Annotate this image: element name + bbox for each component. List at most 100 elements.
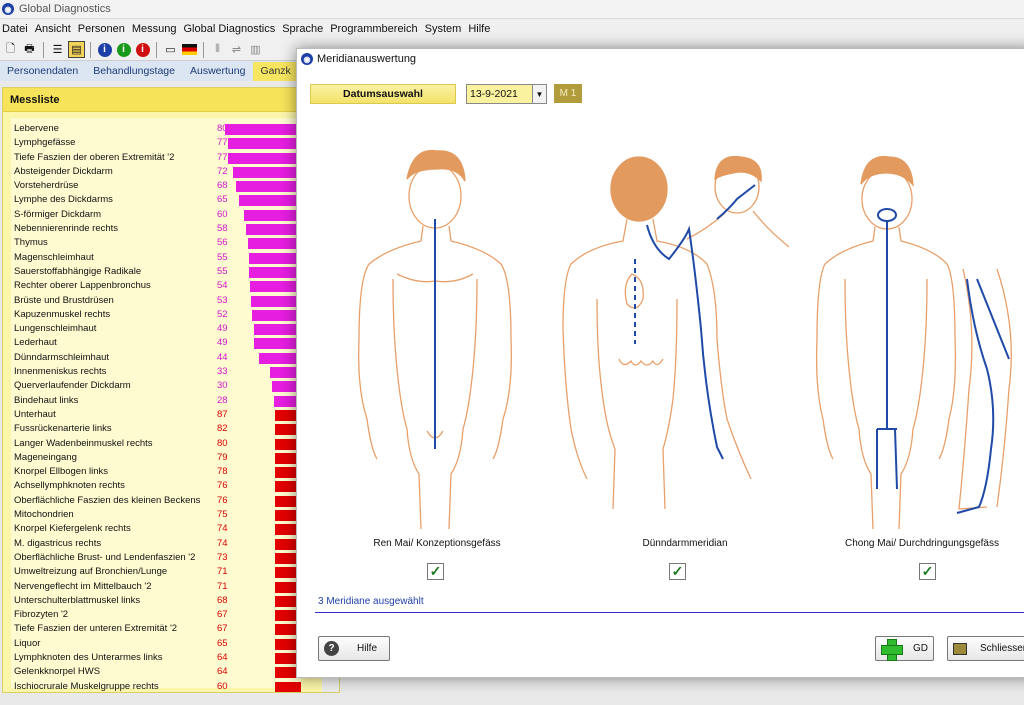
list-item[interactable]: Lebervene 80 [11, 122, 339, 136]
tab-ganzkoerper[interactable]: Ganzk [253, 62, 299, 81]
new-document-icon[interactable]: 🗋 [2, 41, 19, 58]
list-item[interactable]: Tiefe Faszien der unteren Extremität '2 6… [11, 622, 311, 636]
meridian-dialog: ◉ Meridianauswertung Datumsauswahl 13-9-… [296, 48, 1024, 678]
list-item[interactable]: Tiefe Faszien der oberen Extremität '2 77 [11, 151, 339, 165]
list-item[interactable]: Umweltreizung auf Bronchien/Lunge 71 [11, 565, 311, 579]
list-item[interactable]: M. digastricus rechts 74 [11, 537, 311, 551]
list-item[interactable]: Mitochondrien 75 [11, 508, 311, 522]
list-item[interactable]: Absteigender Dickdarm 72 [11, 165, 339, 179]
card-icon[interactable]: ▭ [162, 41, 179, 58]
measurement-value: 60 [217, 208, 228, 220]
menu-datei[interactable]: Datei [2, 23, 33, 35]
list-item[interactable]: Bindehaut links 28 [11, 394, 339, 408]
measurement-value: 53 [217, 294, 228, 306]
help-button[interactable]: ? Hilfe [318, 636, 390, 661]
list-item[interactable]: Lederhaut 49 [11, 336, 339, 350]
list-item[interactable]: Rechter oberer Lappenbronchus 54 [11, 279, 339, 293]
list-item[interactable]: Unterschulterblattmuskel links 68 [11, 594, 311, 608]
info-green-icon[interactable]: i [115, 41, 132, 58]
close-button[interactable]: Schliessen [947, 636, 1024, 661]
measurement-value: 68 [217, 180, 228, 192]
list-item[interactable]: Lymphknoten des Unterarmes links 64 [11, 651, 311, 665]
list-item[interactable]: Magenschleimhaut 55 [11, 251, 339, 265]
measurement-name: Nervengeflecht im Mittelbauch '2 [14, 580, 152, 592]
list-item[interactable]: Fibrozyten '2 67 [11, 608, 311, 622]
measurement-name: Achsellymphknoten rechts [14, 480, 125, 492]
measurement-value: 58 [217, 223, 228, 235]
meridian-checkbox-ren-mai[interactable]: ✓ [427, 563, 444, 580]
measurement-value: 55 [217, 251, 228, 263]
list-item[interactable]: Nebennierenrinde rechts 58 [11, 222, 339, 236]
info-blue-icon[interactable]: i [96, 41, 113, 58]
date-select[interactable]: 13-9-2021 ▼ [466, 84, 547, 104]
menu-hilfe[interactable]: Hilfe [466, 23, 495, 35]
menu-messung[interactable]: Messung [130, 23, 182, 35]
tab-personendaten[interactable]: Personendaten [0, 62, 86, 81]
measurement-value: 44 [217, 351, 228, 363]
bars-icon[interactable]: ⦀ [209, 41, 226, 58]
meridian-line-chong-front [876, 221, 898, 490]
toolbar-separator [43, 41, 44, 58]
menu-sprache[interactable]: Sprache [280, 23, 328, 35]
measurement-value: 68 [217, 594, 228, 606]
list-item[interactable]: Mageneingang 79 [11, 451, 311, 465]
list-item[interactable]: Innenmeniskus rechts 33 [11, 365, 339, 379]
toolbar-separator [90, 41, 91, 58]
menu-programmbereich[interactable]: Programmbereich [328, 23, 422, 35]
print-icon[interactable]: 🖶 [21, 41, 38, 58]
list-item[interactable]: Lymphe des Dickdarms 65 [11, 193, 339, 207]
gd-button[interactable]: GD [875, 636, 934, 661]
menu-system[interactable]: System [423, 23, 467, 35]
list-item[interactable]: Thymus 56 [11, 236, 339, 250]
list-item[interactable]: Querverlaufender Dickdarm 30 [11, 379, 339, 393]
measurement-name: Ischiocrurale Muskelgruppe rechts [14, 680, 159, 692]
app-icon: ◉ [301, 53, 313, 65]
list-item[interactable]: Knorpel Kiefergelenk rechts 74 [11, 522, 311, 536]
menu-ansicht[interactable]: Ansicht [33, 23, 76, 35]
list-item[interactable]: Fussrückenarterie links 82 [11, 422, 313, 436]
measurement-name: Umweltreizung auf Bronchien/Lunge [14, 566, 168, 578]
measurement-name: Lebervene [14, 123, 59, 134]
list-item[interactable]: Langer Wadenbeinmuskel rechts 80 [11, 437, 311, 451]
menu-personen[interactable]: Personen [76, 23, 130, 35]
dialog-title: Meridianauswertung [317, 53, 417, 65]
meridian-checkbox-duenndarm[interactable]: ✓ [669, 563, 686, 580]
chevron-down-icon[interactable]: ▼ [532, 85, 546, 103]
tab-behandlungstage[interactable]: Behandlungstage [86, 62, 183, 81]
list-item[interactable]: Ischiocrurale Muskelgruppe rechts 60 [11, 680, 311, 692]
list-item[interactable]: Kapuzenmuskel rechts 52 [11, 308, 339, 322]
list-item[interactable]: Sauerstoffabhängige Radikale 55 [11, 265, 339, 279]
list-item[interactable]: Oberflächliche Faszien des kleinen Becke… [11, 494, 311, 508]
list-item[interactable]: Liquor 65 [11, 637, 311, 651]
menu-global-diagnostics[interactable]: Global Diagnostics [182, 23, 281, 35]
tab-auswertung[interactable]: Auswertung [183, 62, 253, 81]
list-item[interactable]: Vorsteherdrüse 68 [11, 179, 339, 193]
columns-icon[interactable]: ▥ [247, 41, 264, 58]
list-item[interactable]: Brüste und Brustdrüsen 53 [11, 294, 339, 308]
list-item[interactable]: Oberflächliche Brust- und Lendenfaszien … [11, 551, 311, 565]
list-item[interactable]: Knorpel Ellbogen links 78 [11, 465, 311, 479]
list-item[interactable]: Dünndarmschleimhaut 44 [11, 351, 339, 365]
measurement-name: Unterhaut [14, 408, 56, 420]
measurement-bar [275, 681, 301, 692]
list-item[interactable]: S-förmiger Dickdarm 60 [11, 208, 339, 222]
list-item[interactable]: Lymphgefässe 77 [11, 136, 339, 150]
sort-icon[interactable]: ⇌ [228, 41, 245, 58]
measurement-name: Bindehaut links [14, 394, 79, 406]
flag-icon[interactable] [181, 41, 198, 58]
list-icon[interactable]: ☰ [49, 41, 66, 58]
measurement-value: 79 [217, 451, 228, 463]
measurement-name: Oberflächliche Brust- und Lendenfaszien … [14, 551, 196, 563]
list-item[interactable]: Gelenkknorpel HWS 64 [11, 665, 311, 679]
measurement-value: 76 [217, 494, 228, 506]
panel-icon[interactable]: ▤ [68, 41, 85, 58]
measurement-value: 49 [217, 323, 228, 335]
list-item[interactable]: Nervengeflecht im Mittelbauch '2 71 [11, 580, 311, 594]
meridian-checkbox-chong-mai[interactable]: ✓ [919, 563, 936, 580]
info-red-icon[interactable]: i [134, 41, 151, 58]
meridian-figures [358, 149, 1012, 530]
measurement-name: M. digastricus rechts [14, 537, 102, 549]
list-item[interactable]: Lungenschleimhaut 49 [11, 322, 339, 336]
list-item[interactable]: Unterhaut 87 [11, 408, 318, 422]
list-item[interactable]: Achsellymphknoten rechts 76 [11, 479, 311, 493]
